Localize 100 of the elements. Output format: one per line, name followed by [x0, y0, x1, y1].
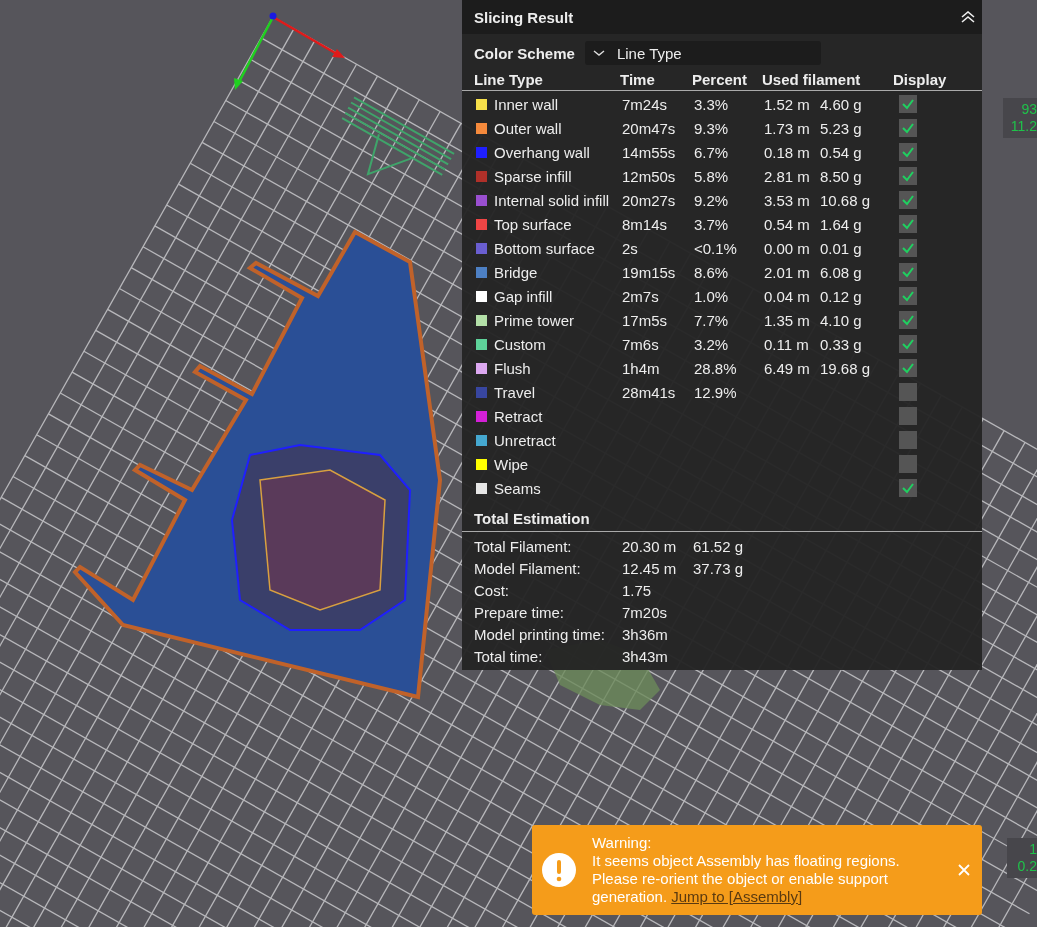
percent-value: 9.2%	[694, 191, 730, 209]
panel-title: Slicing Result	[474, 8, 574, 26]
line-type-name: Inner wall	[494, 95, 560, 113]
estimation-label: Prepare time:	[474, 603, 566, 621]
display-checkbox[interactable]	[899, 287, 917, 305]
display-checkbox[interactable]	[899, 191, 917, 209]
line-type-name: Prime tower	[494, 311, 576, 329]
weight-value: 6.08 g	[820, 263, 863, 281]
display-checkbox[interactable]	[899, 431, 917, 449]
line-type-name: Wipe	[494, 455, 530, 473]
estimation-label: Model printing time:	[474, 625, 606, 643]
weight-value: 10.68 g	[820, 191, 872, 209]
display-checkbox[interactable]	[899, 143, 917, 161]
estimation-label: Model Filament:	[474, 559, 582, 577]
weight-value: 0.01 g	[820, 239, 863, 257]
time-value: 14m55s	[622, 143, 677, 161]
estimation-value: 7m20s	[622, 603, 669, 621]
line-type-name: Bridge	[494, 263, 539, 281]
weight-value: 1.64 g	[820, 215, 863, 233]
coordinate-readout: 93 11.2	[1003, 98, 1037, 138]
length-value: 1.73 m	[764, 119, 811, 137]
collapse-icon[interactable]	[960, 11, 976, 23]
time-value: 12m50s	[622, 167, 677, 185]
line-type-name: Retract	[494, 407, 544, 425]
warning-message: It seems object Assembly has floating regions. Please re-orient the object or enable support generation. Jump to [Assembly]	[592, 852, 901, 906]
display-checkbox[interactable]	[899, 95, 917, 113]
display-checkbox[interactable]	[899, 119, 917, 137]
time-value: 28m41s	[622, 383, 677, 401]
line-type-name: Flush	[494, 359, 532, 377]
weight-value: 5.23 g	[820, 119, 863, 137]
estimation-value: 1.75	[622, 581, 653, 599]
length-value: 0.11 m	[764, 335, 810, 353]
column-header: Used filament	[762, 70, 862, 88]
weight-value: 0.33 g	[820, 335, 863, 353]
time-value: 19m15s	[622, 263, 677, 281]
estimation-label: Total time:	[474, 647, 544, 665]
column-header: Percent	[692, 70, 749, 88]
column-header: Time	[620, 70, 656, 88]
display-checkbox[interactable]	[899, 383, 917, 401]
close-icon[interactable]	[958, 864, 970, 876]
color-scheme-label: Color Scheme	[474, 44, 575, 62]
line-type-name: Outer wall	[494, 119, 563, 137]
length-value: 6.49 m	[764, 359, 811, 377]
display-checkbox[interactable]	[899, 263, 917, 281]
percent-value: 5.8%	[694, 167, 730, 185]
percent-value: 12.9%	[694, 383, 738, 401]
percent-value: 3.2%	[694, 335, 730, 353]
percent-value: 1.0%	[694, 287, 730, 305]
warning-icon	[542, 853, 576, 887]
weight-value: 8.50 g	[820, 167, 863, 185]
estimation-value: 61.52 g	[693, 537, 745, 555]
display-checkbox[interactable]	[899, 335, 917, 353]
length-value: 0.18 m	[764, 143, 811, 161]
display-checkbox[interactable]	[899, 479, 917, 497]
weight-value: 0.54 g	[820, 143, 863, 161]
line-type-name: Custom	[494, 335, 547, 353]
line-type-name: Overhang wall	[494, 143, 591, 161]
length-value: 3.53 m	[764, 191, 811, 209]
estimation-label: Total Filament:	[474, 537, 573, 555]
time-value: 17m5s	[622, 311, 669, 329]
column-header: Display	[893, 70, 948, 88]
display-checkbox[interactable]	[899, 239, 917, 257]
length-value: 1.52 m	[764, 95, 811, 113]
estimation-value: 37.73 g	[693, 559, 745, 577]
percent-value: 7.7%	[694, 311, 730, 329]
line-type-name: Bottom surface	[494, 239, 596, 257]
display-checkbox[interactable]	[899, 407, 917, 425]
length-value: 2.81 m	[764, 167, 811, 185]
column-header: Line Type	[474, 70, 544, 88]
percent-value: 9.3%	[694, 119, 730, 137]
percent-value: 8.6%	[694, 263, 730, 281]
weight-value: 0.12 g	[820, 287, 863, 305]
time-value: 1h4m	[622, 359, 661, 377]
line-type-name: Sparse infill	[494, 167, 573, 185]
section-title: Total Estimation	[462, 510, 982, 532]
length-value: 1.35 m	[764, 311, 811, 329]
display-checkbox[interactable]	[899, 311, 917, 329]
time-value: 20m47s	[622, 119, 677, 137]
line-type-name: Internal solid infill	[494, 191, 611, 209]
display-checkbox[interactable]	[899, 359, 917, 377]
line-type-name: Travel	[494, 383, 537, 401]
time-value: 2s	[622, 239, 639, 257]
time-value: 7m6s	[622, 335, 660, 353]
estimation-value: 3h36m	[622, 625, 669, 643]
display-checkbox[interactable]	[899, 455, 917, 473]
weight-value: 4.60 g	[820, 95, 863, 113]
coordinate-readout: 1 0.2	[1007, 838, 1037, 878]
display-checkbox[interactable]	[899, 167, 917, 185]
length-value: 0.00 m	[764, 239, 811, 257]
line-type-name: Unretract	[494, 431, 557, 449]
color-scheme-dropdown[interactable]: Line Type	[584, 41, 821, 65]
warning-title: Warning:	[592, 834, 653, 852]
line-type-name: Seams	[494, 479, 542, 497]
estimation-value: 20.30 m	[622, 537, 678, 555]
estimation-value: 12.45 m	[622, 559, 678, 577]
weight-value: 4.10 g	[820, 311, 863, 329]
jump-link[interactable]: Jump to [Assembly]	[671, 888, 803, 905]
time-value: 7m24s	[622, 95, 669, 113]
time-value: 8m14s	[622, 215, 669, 233]
display-checkbox[interactable]	[899, 215, 917, 233]
